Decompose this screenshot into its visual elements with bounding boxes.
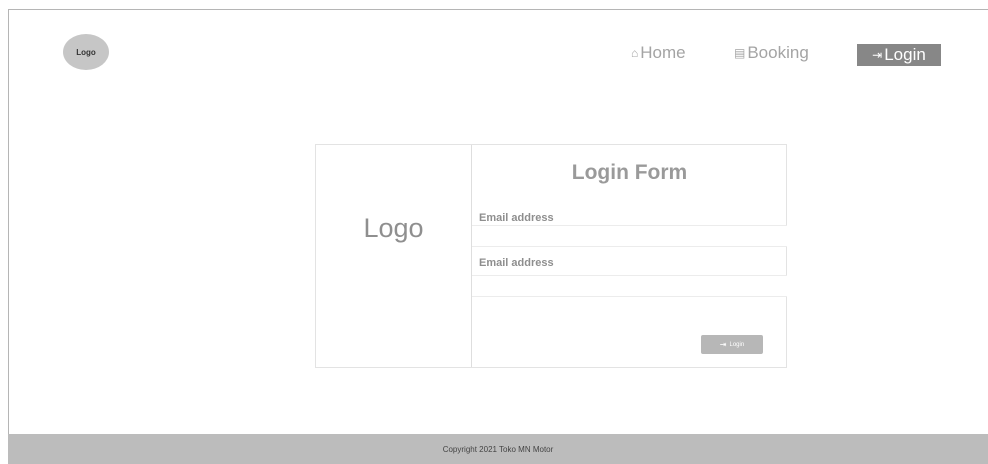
nav-booking-label: Booking — [747, 43, 809, 62]
login-button-label: Login — [729, 341, 745, 348]
login-icon: ⇥ — [872, 48, 883, 62]
header-logo-text: Logo — [76, 47, 96, 57]
second-field[interactable] — [472, 275, 787, 297]
login-icon: ⇥ — [719, 340, 727, 349]
header-logo[interactable]: Logo — [63, 34, 109, 70]
card-logo: Logo — [363, 213, 424, 243]
home-icon: ⌂ — [631, 46, 639, 60]
login-card: Logo Login Form Email address Email addr… — [315, 144, 787, 368]
email-label: Email address — [479, 212, 554, 224]
email-field[interactable] — [472, 225, 787, 247]
second-field-label: Email address — [479, 257, 554, 269]
footer: Copyright 2021 Toko MN Motor — [8, 434, 988, 464]
nav-login[interactable]: ⇥ Login — [857, 44, 941, 66]
nav-login-label: Login — [884, 45, 926, 64]
nav-home[interactable]: ⌂ Home — [631, 43, 686, 63]
form-title: Login Form — [571, 161, 688, 184]
nav-home-label: Home — [640, 43, 686, 62]
nav-booking[interactable]: ▤ Booking — [734, 43, 809, 63]
footer-copyright: Copyright 2021 Toko MN Motor — [442, 444, 554, 454]
clipboard-icon: ▤ — [734, 46, 746, 60]
login-button[interactable]: ⇥ Login — [701, 335, 763, 354]
